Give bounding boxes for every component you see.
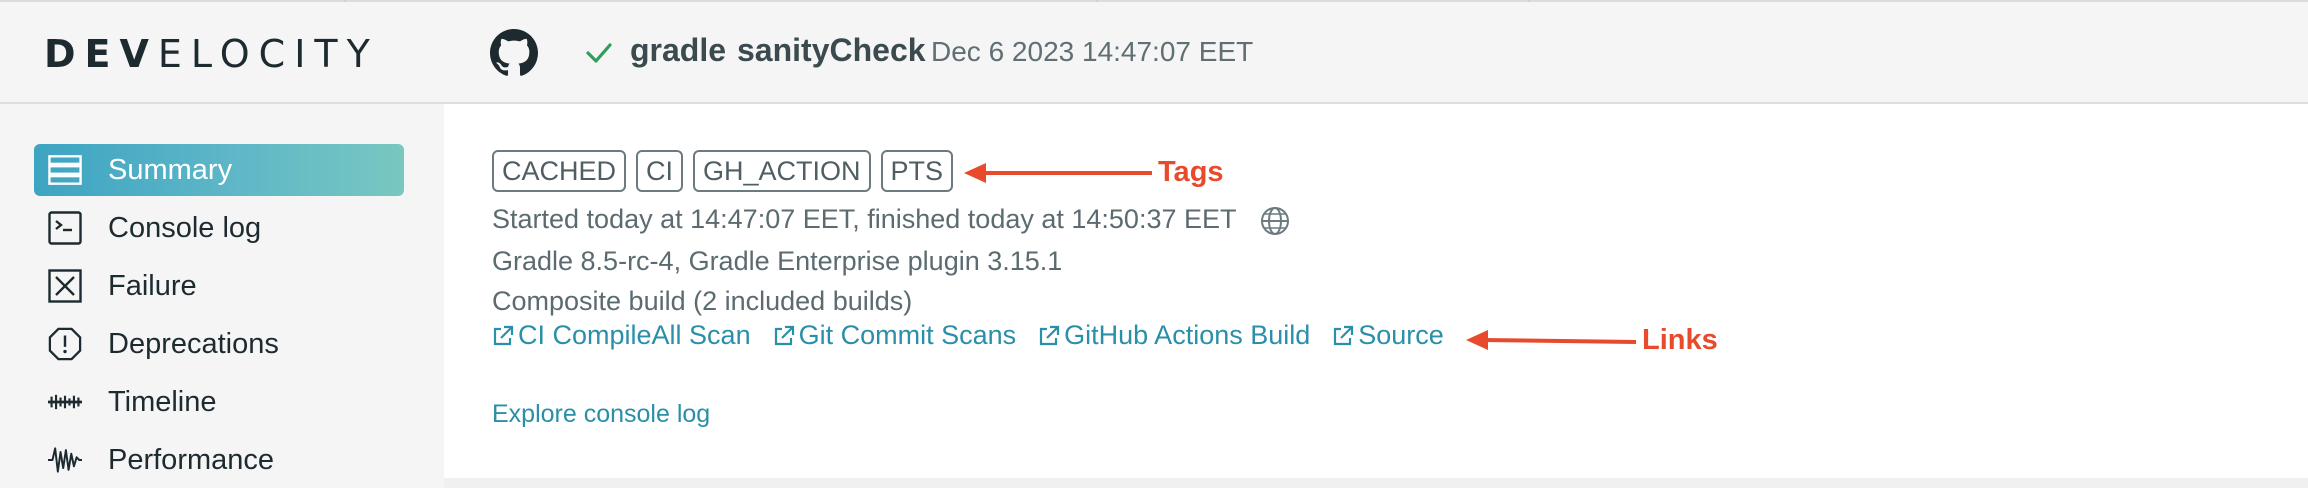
tag-badge[interactable]: CI <box>636 150 684 192</box>
sidebar-nav: Summary Console log Failure Deprecations… <box>0 104 444 488</box>
project-name[interactable]: gradle <box>630 32 726 69</box>
tag-badge[interactable]: CACHED <box>492 150 627 192</box>
build-timing-row: Started today at 14:47:07 EET, finished … <box>492 204 1290 236</box>
link-source[interactable]: Source <box>1332 320 1444 351</box>
sidebar-item-failure[interactable]: Failure <box>34 260 404 312</box>
sidebar-item-summary[interactable]: Summary <box>34 144 404 196</box>
external-link-icon <box>774 325 794 345</box>
sidebar-item-performance[interactable]: Performance <box>34 434 404 486</box>
sidebar-item-label: Failure <box>108 269 197 302</box>
sidebar-item-label: Summary <box>108 153 233 186</box>
failure-icon <box>48 269 82 303</box>
performance-icon <box>48 443 82 477</box>
sidebar-item-timeline[interactable]: Timeline <box>34 376 404 428</box>
tags-annotation-label: Tags <box>1158 156 1224 188</box>
build-links: CI CompileAll Scan Git Commit Scans GitH… <box>492 320 1444 351</box>
globe-icon[interactable] <box>1260 206 1290 236</box>
build-timing-text: Started today at 14:47:07 EET, finished … <box>492 204 1237 234</box>
sidebar-item-label: Deprecations <box>108 327 279 360</box>
sidebar-item-console-log[interactable]: Console log <box>34 202 404 254</box>
links-annotation-label: Links <box>1642 324 1718 356</box>
develocity-logo[interactable]: DEVELOCITY <box>44 34 379 74</box>
tag-badge[interactable]: GH_ACTION <box>693 150 871 192</box>
sidebar-item-label: Performance <box>108 443 275 476</box>
panel-bottom-border <box>444 478 2308 488</box>
explore-console-log-link[interactable]: Explore console log <box>492 400 710 429</box>
timeline-icon <box>48 385 82 419</box>
check-icon <box>586 43 612 63</box>
link-github-actions-build[interactable]: GitHub Actions Build <box>1038 320 1310 351</box>
build-versions: Gradle 8.5-rc-4, Gradle Enterprise plugi… <box>492 246 1063 276</box>
deprecations-icon <box>48 327 82 361</box>
link-ci-compileall-scan[interactable]: CI CompileAll Scan <box>492 320 751 351</box>
tag-list: CACHED CI GH_ACTION PTS <box>492 150 954 192</box>
summary-icon <box>48 153 82 187</box>
build-timestamp: Dec 6 2023 14:47:07 EET <box>931 36 1254 67</box>
tag-badge[interactable]: PTS <box>880 150 954 192</box>
github-icon[interactable] <box>490 29 538 77</box>
links-arrow-annotation <box>1466 330 1637 350</box>
header-bar: DEVELOCITY gradle sanityCheck Dec 6 2023… <box>0 2 2308 104</box>
external-link-icon <box>493 325 514 345</box>
external-link-icon <box>1040 325 1060 345</box>
sidebar-item-label: Console log <box>108 211 262 244</box>
composite-build-info: Composite build (2 included builds) <box>492 286 913 316</box>
sidebar-item-deprecations[interactable]: Deprecations <box>34 318 404 370</box>
link-git-commit-scans[interactable]: Git Commit Scans <box>773 320 1016 351</box>
external-link-icon <box>1334 325 1354 345</box>
task-name[interactable]: sanityCheck <box>737 32 926 69</box>
sidebar-item-label: Timeline <box>108 385 217 418</box>
console-icon <box>48 211 82 245</box>
tags-arrow-annotation <box>964 163 1152 183</box>
summary-panel: CACHED CI GH_ACTION PTS Started today at… <box>444 104 2308 478</box>
